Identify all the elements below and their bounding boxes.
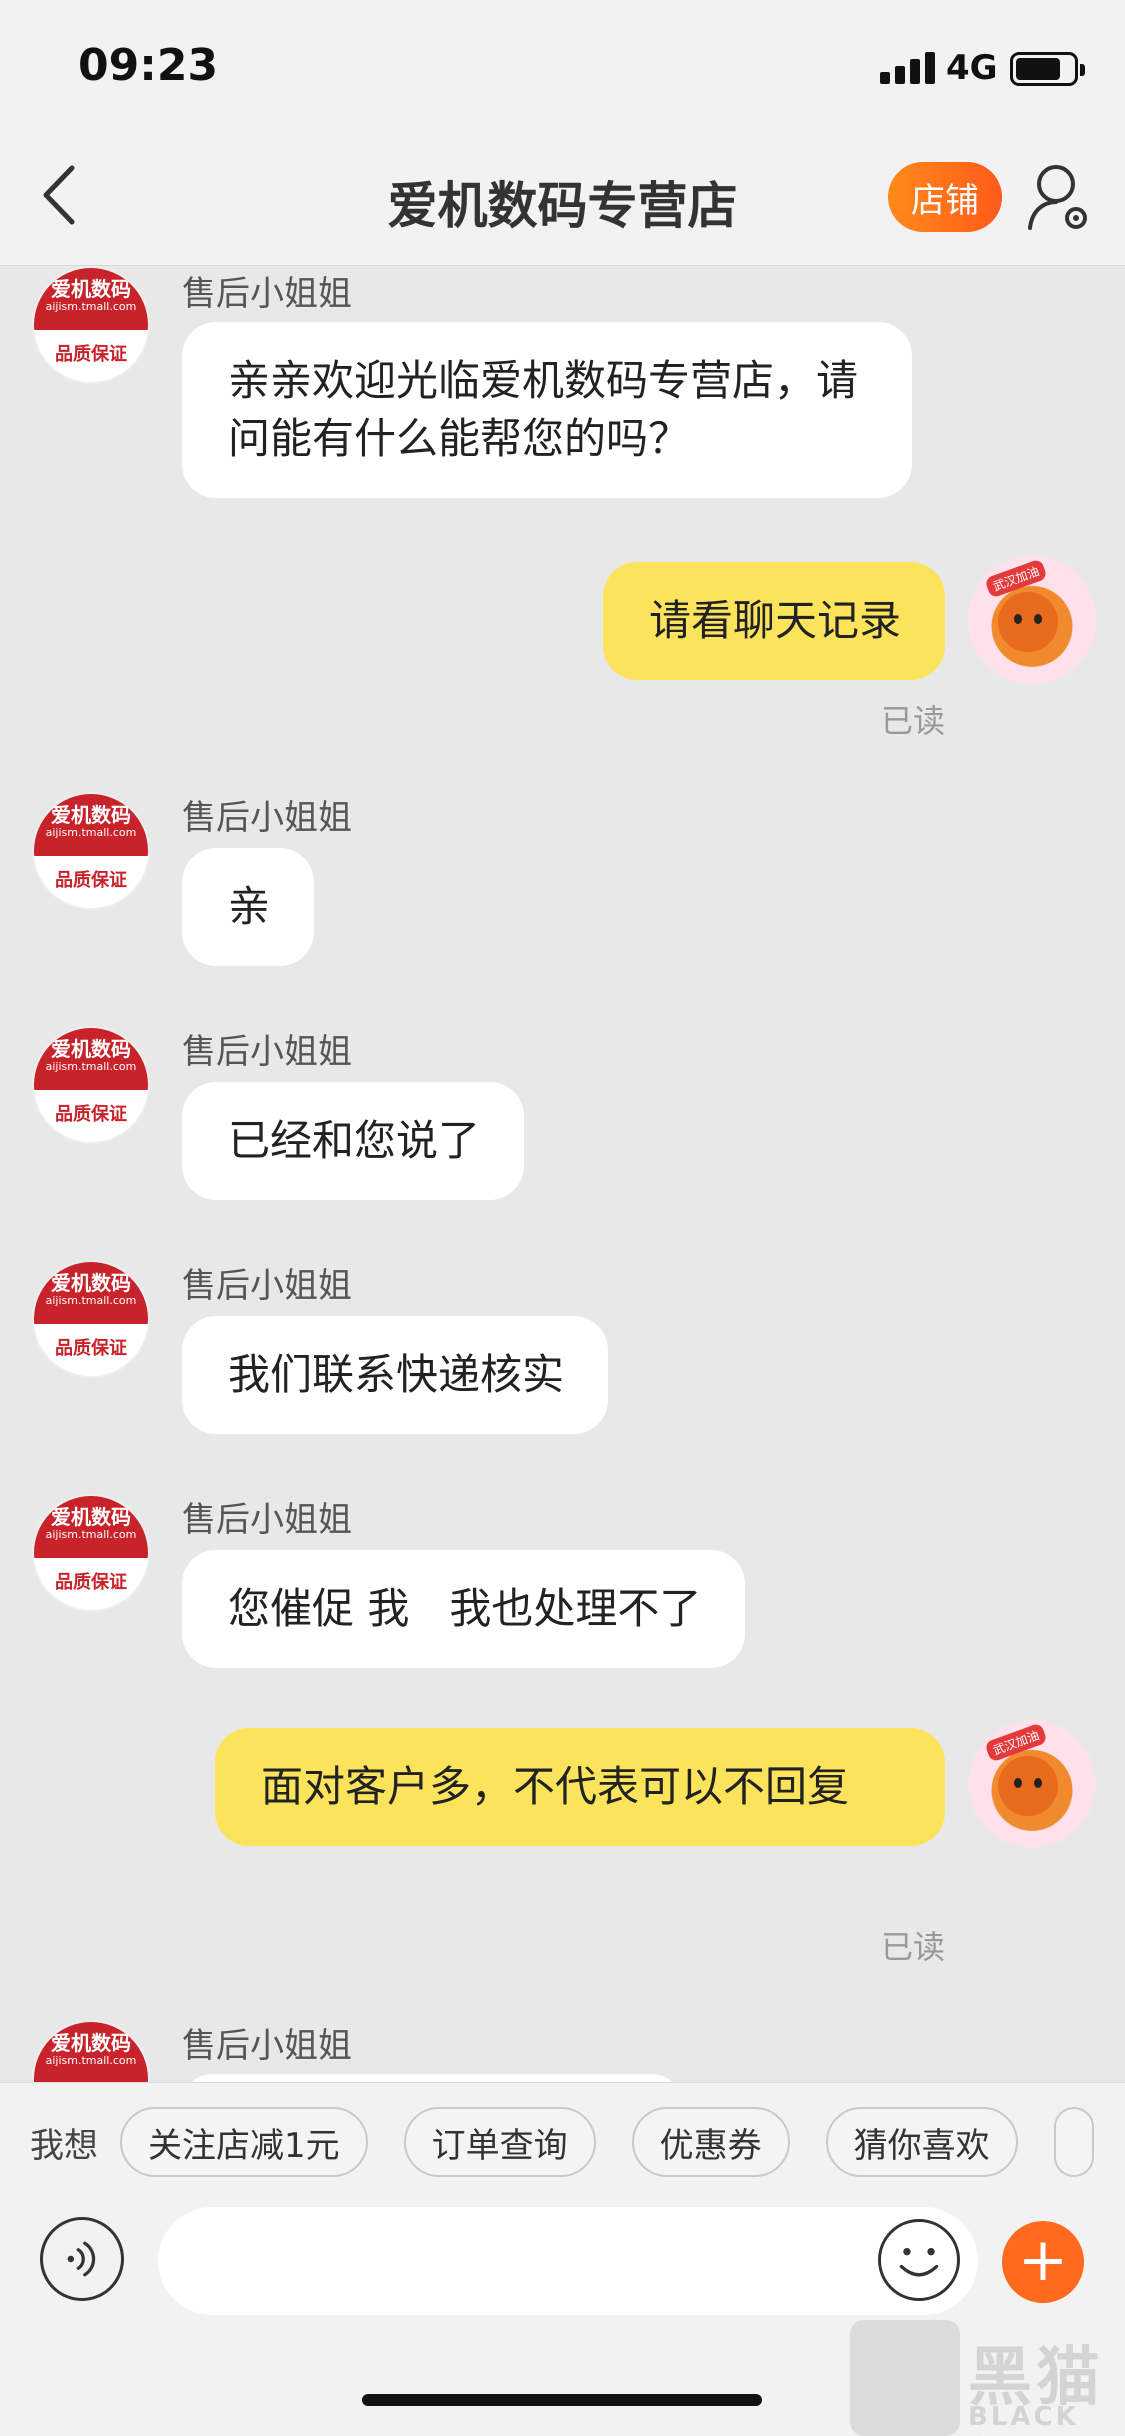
shop-avatar[interactable]: 爱机数码aijism.tmall.com 品质保证: [32, 1026, 150, 1144]
quick-reply-chip-more[interactable]: [1053, 2107, 1094, 2177]
sender-name: 售后小姐姐: [182, 2026, 352, 2066]
quick-reply-chip[interactable]: 订单查询: [403, 2107, 596, 2177]
quick-reply-chip[interactable]: 猜你喜欢: [825, 2107, 1018, 2177]
shop-avatar[interactable]: 爱机数码aijism.tmall.com 品质保证: [32, 266, 150, 384]
shop-avatar[interactable]: 爱机数码aijism.tmall.com 品质保证: [32, 1494, 150, 1612]
quick-reply-chip[interactable]: 关注店减1元: [120, 2107, 368, 2177]
battery-icon: [1010, 52, 1085, 86]
watermark: 黑猫 BLACK CAT: [850, 2320, 1125, 2436]
message-input[interactable]: [158, 2207, 978, 2315]
read-status: 已读: [880, 702, 945, 740]
message-bubble[interactable]: 我们联系快递核实: [182, 1316, 609, 1434]
watermark-en: BLACK CAT: [968, 2402, 1079, 2436]
message-bubble[interactable]: [182, 2074, 682, 2082]
message-bubble-self[interactable]: 请看聊天记录: [602, 562, 945, 680]
signal-icon: [880, 50, 936, 84]
voice-icon[interactable]: [40, 2217, 124, 2301]
sender-name: 售后小姐姐: [182, 1266, 352, 1306]
shop-button[interactable]: 店铺: [888, 162, 1002, 232]
user-avatar[interactable]: 武汉加油: [968, 556, 1096, 684]
shop-avatar[interactable]: 爱机数码aijism.tmall.com 品质保证: [32, 2020, 150, 2082]
sender-name: 售后小姐姐: [182, 1500, 352, 1540]
read-status: 已读: [880, 1928, 945, 1966]
emoji-icon[interactable]: [878, 2219, 960, 2301]
shop-avatar[interactable]: 爱机数码aijism.tmall.com 品质保证: [32, 792, 150, 910]
quick-reply-bar: 我想 关注店减1元 订单查询 优惠券 猜你喜欢: [0, 2107, 1125, 2177]
shop-avatar-domain: aijism.tmall.com: [45, 300, 137, 313]
shop-avatar[interactable]: 爱机数码aijism.tmall.com 品质保证: [32, 1260, 150, 1378]
chat-area[interactable]: 爱机数码 aijism.tmall.com 品质保证 售后小姐姐 亲亲欢迎光临爱机…: [0, 266, 1125, 2082]
sender-name: 售后小姐姐: [182, 1032, 352, 1072]
black-cat-logo-icon: [850, 2320, 960, 2436]
message-bubble[interactable]: 您催促 我 我也处理不了: [182, 1550, 746, 1668]
message-bubble-self[interactable]: 面对客户多，不代表可以不回复: [215, 1728, 945, 1846]
status-time: 09:23: [78, 40, 219, 91]
user-avatar-tag: 武汉加油: [984, 558, 1048, 599]
plus-icon[interactable]: +: [1002, 2221, 1084, 2303]
top-bar: 09:23 4G 爱机数码专营店 店铺: [0, 0, 1125, 266]
user-avatar[interactable]: 武汉加油: [968, 1720, 1096, 1848]
sender-name: 售后小姐姐: [182, 798, 352, 838]
message-bubble[interactable]: 亲: [182, 848, 315, 966]
user-settings-icon[interactable]: [1024, 158, 1094, 234]
message-bubble[interactable]: 亲亲欢迎光临爱机数码专营店，请问能有什么能帮您的吗？: [182, 322, 912, 498]
home-indicator[interactable]: [362, 2394, 762, 2406]
quick-reply-chip[interactable]: 优惠券: [631, 2107, 790, 2177]
quick-reply-label: 我想: [30, 2125, 98, 2166]
shop-avatar-name: 爱机数码: [51, 277, 131, 301]
message-bubble[interactable]: 已经和您说了: [182, 1082, 525, 1200]
shop-avatar-badge: 品质保证: [34, 330, 148, 382]
sender-name: 售后小姐姐: [182, 274, 352, 314]
network-type: 4G: [946, 48, 998, 88]
